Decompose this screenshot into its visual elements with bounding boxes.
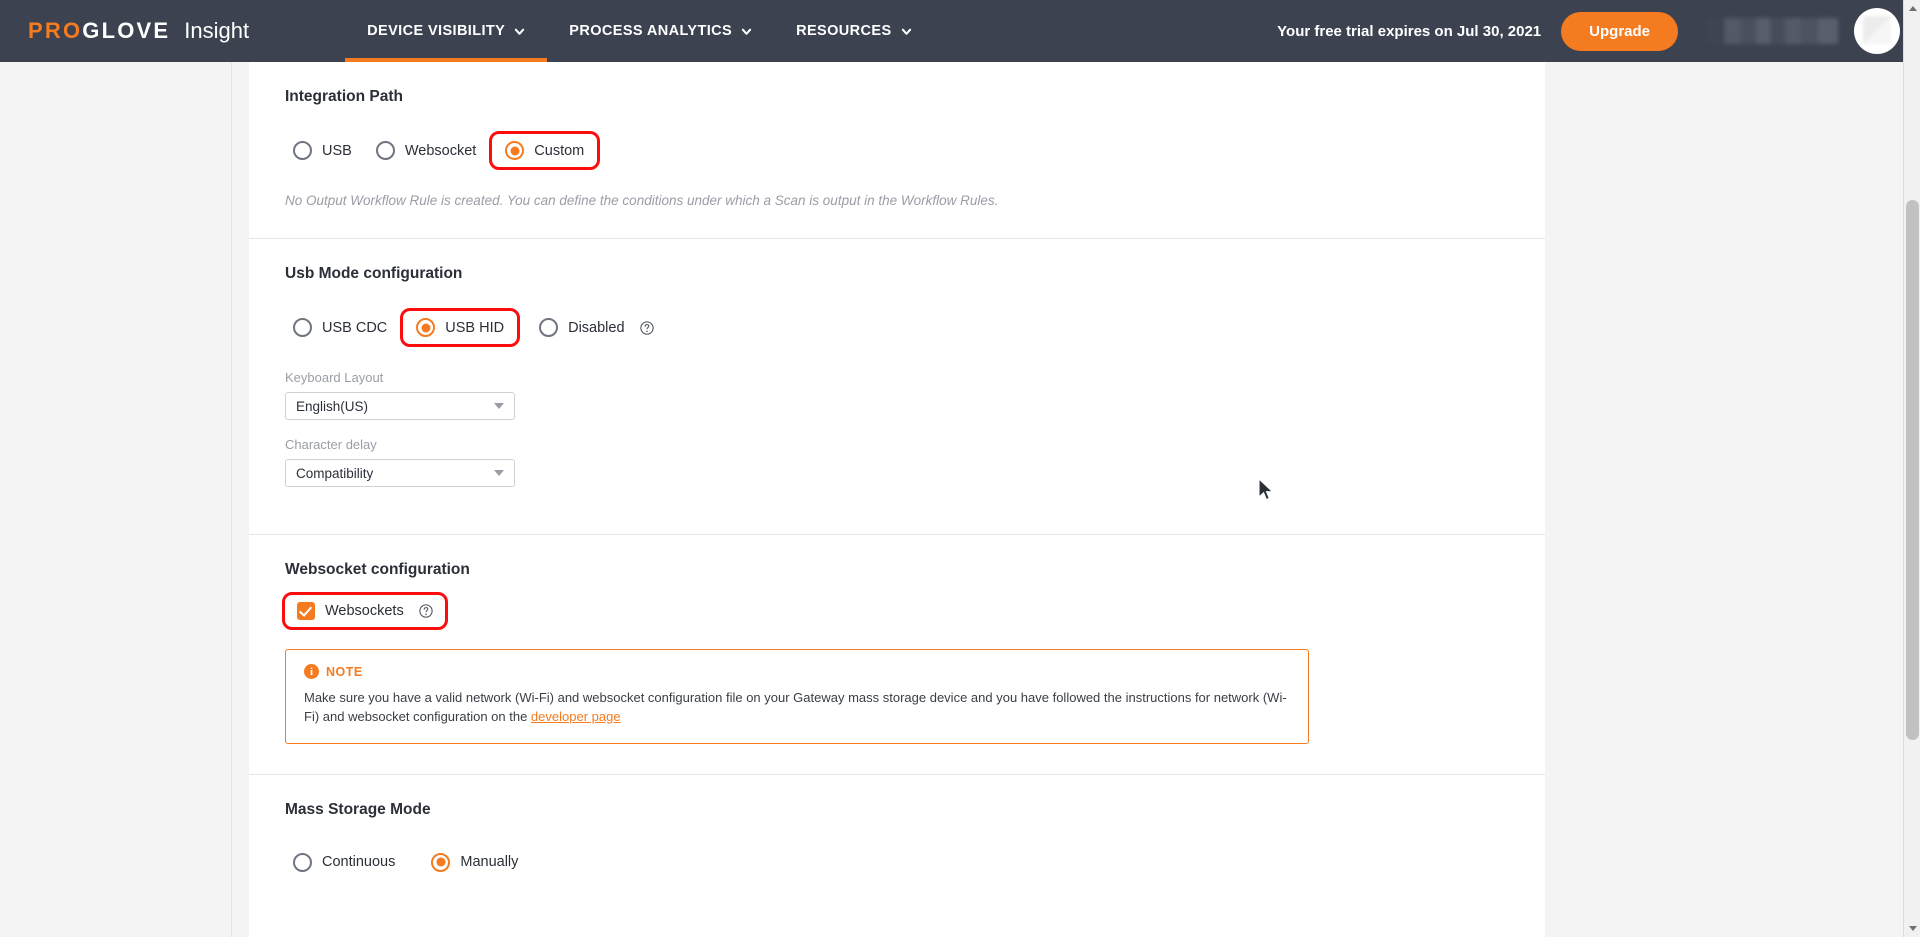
help-icon[interactable] bbox=[419, 604, 433, 618]
triangle-up-icon bbox=[1908, 6, 1917, 11]
radio-option-websocket[interactable]: Websocket bbox=[368, 135, 484, 166]
nav-item-device-visibility[interactable]: DEVICE VISIBILITY bbox=[345, 0, 548, 62]
websocket-title: Websocket configuration bbox=[285, 561, 470, 578]
nav-label-resources: RESOURCES bbox=[796, 23, 892, 39]
note-body-text: Make sure you have a valid network (Wi-F… bbox=[304, 690, 1287, 724]
note-header: i NOTE bbox=[304, 664, 1290, 679]
app-logo[interactable]: PRO GLOVE Insight bbox=[28, 18, 249, 44]
character-delay-value: Compatibility bbox=[296, 465, 374, 481]
radio-icon-disabled bbox=[539, 318, 559, 337]
radio-label-custom: Custom bbox=[534, 142, 585, 159]
radio-label-usb-hid: USB HID bbox=[445, 319, 505, 336]
radio-label-continuous: Continuous bbox=[322, 854, 396, 871]
radio-icon-usb bbox=[293, 141, 312, 160]
character-delay-select[interactable]: Compatibility bbox=[285, 459, 515, 487]
radio-option-continuous[interactable]: Continuous bbox=[285, 847, 403, 878]
integration-path-radio-group: USB Websocket Custom bbox=[285, 131, 1509, 170]
integration-path-hint: No Output Workflow Rule is created. You … bbox=[285, 193, 999, 208]
nav-label-device-visibility: DEVICE VISIBILITY bbox=[367, 23, 506, 39]
note-callout: i NOTE Make sure you have a valid networ… bbox=[285, 649, 1309, 744]
settings-content-panel: Integration Path USB Websocket Custom No… bbox=[249, 62, 1545, 937]
usb-mode-radio-group: USB CDC USB HID Disabled bbox=[285, 308, 1509, 347]
avatar[interactable] bbox=[1854, 8, 1900, 54]
triangle-down-icon bbox=[1908, 926, 1917, 931]
radio-icon-continuous bbox=[293, 852, 312, 872]
chevron-down-icon bbox=[901, 28, 911, 35]
websockets-checkbox-row[interactable]: Websockets bbox=[297, 602, 433, 620]
radio-icon-usb-hid-selected bbox=[416, 318, 436, 337]
radio-option-usb-cdc[interactable]: USB CDC bbox=[285, 312, 395, 343]
checkbox-checked-icon bbox=[297, 602, 315, 620]
upgrade-button[interactable]: Upgrade bbox=[1561, 11, 1678, 51]
trial-expiry-notice: Your free trial expires on Jul 30, 2021 bbox=[1277, 22, 1542, 40]
main-navigation: DEVICE VISIBILITY PROCESS ANALYTICS RESO… bbox=[345, 0, 933, 62]
section-websocket-configuration: Websocket configuration Websockets i NOT… bbox=[249, 535, 1545, 775]
radio-label-disabled: Disabled bbox=[568, 319, 625, 336]
nav-label-process-analytics: PROCESS ANALYTICS bbox=[569, 23, 733, 39]
chevron-down-icon bbox=[494, 470, 504, 476]
radio-label-manually: Manually bbox=[460, 854, 519, 871]
radio-icon-usb-cdc bbox=[293, 318, 312, 337]
help-icon[interactable] bbox=[639, 320, 654, 335]
nav-item-process-analytics[interactable]: PROCESS ANALYTICS bbox=[547, 0, 774, 62]
radio-option-custom[interactable]: Custom bbox=[489, 131, 601, 170]
integration-path-title: Integration Path bbox=[285, 88, 403, 105]
radio-label-usb-cdc: USB CDC bbox=[322, 319, 388, 336]
websockets-checkbox-wrapper[interactable]: Websockets bbox=[282, 592, 448, 630]
nav-item-resources[interactable]: RESOURCES bbox=[774, 0, 933, 62]
character-delay-label: Character delay bbox=[285, 437, 377, 452]
chevron-down-icon bbox=[741, 28, 752, 35]
logo-pro-text: PRO bbox=[28, 18, 83, 43]
chevron-down-icon bbox=[494, 403, 504, 409]
logo-product-text: Insight bbox=[184, 18, 250, 43]
keyboard-layout-value: English(US) bbox=[296, 398, 369, 414]
note-body: Make sure you have a valid network (Wi-F… bbox=[304, 689, 1290, 727]
vertical-scrollbar[interactable] bbox=[1903, 0, 1920, 937]
section-mass-storage-mode: Mass Storage Mode Continuous Manually bbox=[249, 775, 1545, 908]
radio-option-usb-hid[interactable]: USB HID bbox=[400, 308, 521, 347]
radio-icon-websocket bbox=[375, 141, 395, 160]
radio-option-usb[interactable]: USB bbox=[285, 135, 360, 166]
section-usb-mode: Usb Mode configuration USB CDC USB HID D… bbox=[249, 239, 1545, 535]
user-name-redacted bbox=[1706, 18, 1838, 44]
mass-storage-radio-group: Continuous Manually bbox=[285, 847, 1509, 878]
page-body: Integration Path USB Websocket Custom No… bbox=[0, 62, 1920, 937]
note-title: NOTE bbox=[326, 664, 363, 679]
mass-storage-title: Mass Storage Mode bbox=[285, 800, 431, 818]
developer-page-link[interactable]: developer page bbox=[531, 709, 621, 724]
radio-label-websocket: Websocket bbox=[404, 142, 477, 159]
keyboard-layout-select[interactable]: English(US) bbox=[285, 392, 515, 420]
radio-label-usb: USB bbox=[322, 142, 352, 159]
scroll-down-button[interactable] bbox=[1904, 920, 1920, 937]
radio-option-manually[interactable]: Manually bbox=[423, 847, 526, 878]
info-icon: i bbox=[304, 664, 319, 679]
websockets-checkbox-label: Websockets bbox=[325, 603, 404, 619]
logo-glove-text: GLOVE bbox=[82, 18, 171, 43]
scroll-up-button[interactable] bbox=[1904, 0, 1920, 17]
section-integration-path: Integration Path USB Websocket Custom No… bbox=[249, 62, 1545, 239]
left-rail bbox=[0, 62, 232, 937]
radio-icon-manually-selected bbox=[431, 852, 451, 872]
radio-option-disabled[interactable]: Disabled bbox=[531, 312, 661, 343]
top-header: PRO GLOVE Insight DEVICE VISIBILITY PROCE… bbox=[0, 0, 1920, 62]
usb-mode-title: Usb Mode configuration bbox=[285, 265, 463, 282]
keyboard-layout-label: Keyboard Layout bbox=[285, 370, 384, 385]
chevron-down-icon bbox=[515, 28, 525, 35]
radio-icon-custom-selected bbox=[505, 141, 525, 160]
scrollbar-thumb[interactable] bbox=[1906, 200, 1919, 740]
header-right-group: Your free trial expires on Jul 30, 2021 … bbox=[1277, 8, 1900, 54]
